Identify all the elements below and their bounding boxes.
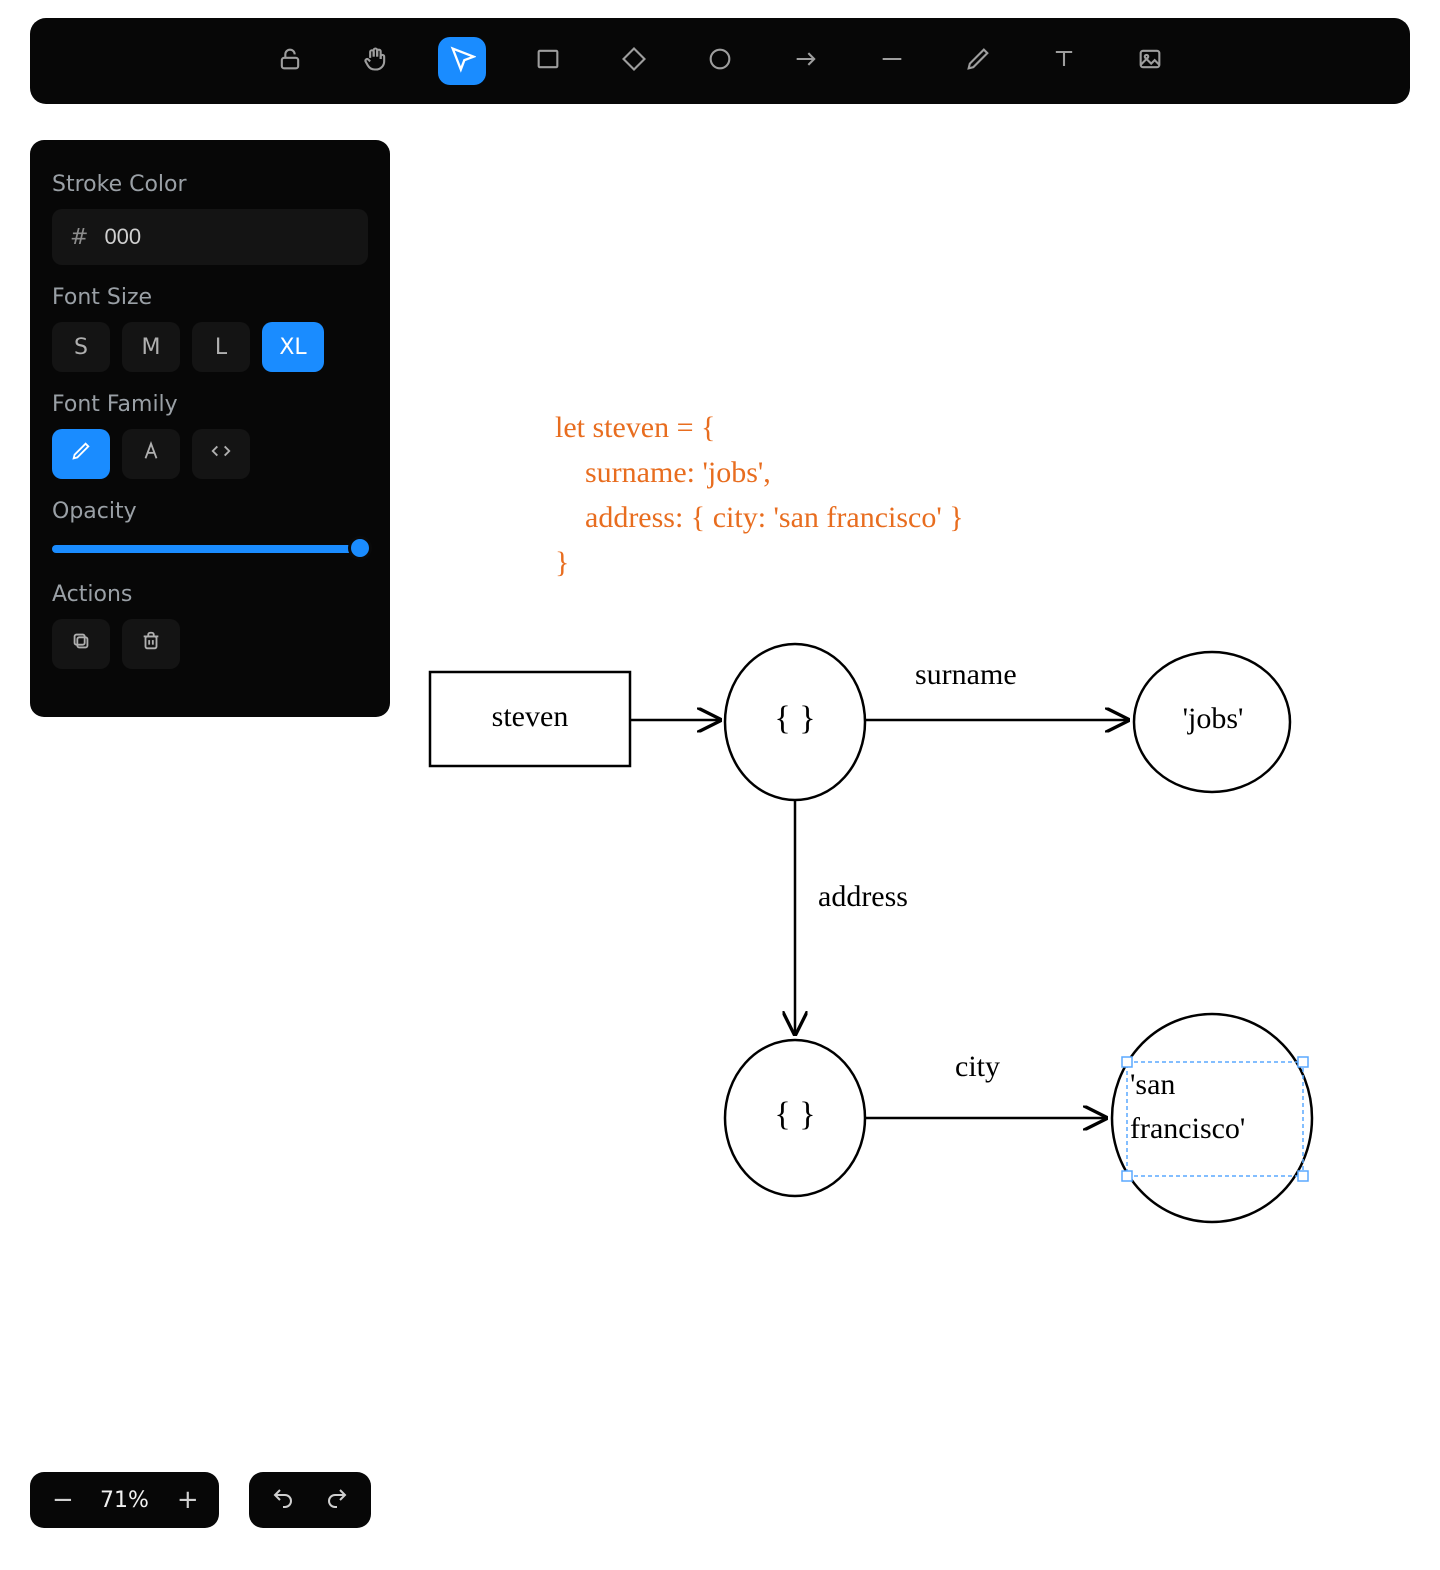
- pencil-tool[interactable]: [954, 37, 1002, 85]
- selection-handle-nw[interactable]: [1122, 1057, 1132, 1067]
- edge-label-surname[interactable]: surname: [915, 658, 1017, 692]
- edge-label-address[interactable]: address: [818, 880, 908, 914]
- font-family-normal[interactable]: [122, 429, 180, 479]
- undo-redo-control: [249, 1472, 371, 1528]
- font-size-m[interactable]: M: [122, 322, 180, 372]
- stroke-color-label: Stroke Color: [52, 172, 368, 197]
- action-delete[interactable]: [122, 619, 180, 669]
- lock-tool[interactable]: [266, 37, 314, 85]
- label-obj2[interactable]: { }: [748, 1096, 842, 1134]
- label-steven[interactable]: steven: [430, 700, 630, 734]
- font-family-hand-drawn[interactable]: [52, 429, 110, 479]
- line-icon: [878, 45, 906, 77]
- text-tool[interactable]: [1040, 37, 1088, 85]
- text-icon: [1050, 45, 1078, 77]
- zoom-out-button[interactable]: −: [52, 1485, 72, 1515]
- opacity-label: Opacity: [52, 499, 368, 524]
- ellipse-tool[interactable]: [696, 37, 744, 85]
- stroke-hex-input[interactable]: [102, 223, 394, 251]
- duplicate-icon: [70, 630, 92, 658]
- actions-label: Actions: [52, 582, 368, 607]
- undo-icon: [271, 1486, 295, 1510]
- delete-icon: [140, 630, 162, 658]
- arrow-icon: [792, 45, 820, 77]
- font-family-code[interactable]: [192, 429, 250, 479]
- opacity-track: [52, 545, 368, 553]
- font-size-row: S M L XL: [52, 322, 368, 372]
- actions-row: [52, 619, 368, 669]
- undo-button[interactable]: [271, 1486, 295, 1514]
- font-size-l[interactable]: L: [192, 322, 250, 372]
- label-obj1[interactable]: { }: [748, 700, 842, 738]
- hand-drawn-icon: [70, 440, 92, 468]
- image-tool[interactable]: [1126, 37, 1174, 85]
- pan-tool[interactable]: [352, 37, 400, 85]
- rectangle-icon: [534, 45, 562, 77]
- redo-icon: [325, 1486, 349, 1510]
- select-icon: [448, 45, 476, 77]
- lock-icon: [276, 45, 304, 77]
- font-family-label: Font Family: [52, 392, 368, 417]
- hash-symbol: #: [70, 225, 88, 250]
- zoom-control: − 71% +: [30, 1472, 219, 1528]
- redo-button[interactable]: [325, 1486, 349, 1514]
- code-font-icon: [210, 440, 232, 468]
- label-sanfran-line1[interactable]: 'san: [1130, 1068, 1300, 1102]
- font-size-xl[interactable]: XL: [262, 322, 324, 372]
- arrow-tool[interactable]: [782, 37, 830, 85]
- opacity-thumb[interactable]: [348, 536, 372, 560]
- image-icon: [1136, 45, 1164, 77]
- selection-handle-se[interactable]: [1298, 1171, 1308, 1181]
- bottom-left-controls: − 71% +: [30, 1472, 371, 1528]
- stroke-color-input-wrap[interactable]: #: [52, 209, 368, 265]
- zoom-in-button[interactable]: +: [177, 1485, 197, 1515]
- select-tool[interactable]: [438, 37, 486, 85]
- properties-panel: Stroke Color # Font Size S M L XL Font F…: [30, 140, 390, 717]
- diamond-icon: [620, 45, 648, 77]
- ellipse-icon: [706, 45, 734, 77]
- selection-handle-sw[interactable]: [1122, 1171, 1132, 1181]
- pencil-icon: [964, 45, 992, 77]
- label-sanfran-line2[interactable]: francisco': [1130, 1112, 1300, 1146]
- opacity-slider[interactable]: [52, 536, 368, 560]
- normal-font-icon: [140, 440, 162, 468]
- font-family-row: [52, 429, 368, 479]
- selection-handle-ne[interactable]: [1298, 1057, 1308, 1067]
- pan-icon: [362, 45, 390, 77]
- rectangle-tool[interactable]: [524, 37, 572, 85]
- diamond-tool[interactable]: [610, 37, 658, 85]
- edge-label-city[interactable]: city: [955, 1050, 1000, 1084]
- action-duplicate[interactable]: [52, 619, 110, 669]
- font-size-label: Font Size: [52, 285, 368, 310]
- font-size-s[interactable]: S: [52, 322, 110, 372]
- code-block[interactable]: let steven = { surname: 'jobs', address:…: [555, 405, 964, 585]
- top-toolbar: [30, 18, 1410, 104]
- label-jobs[interactable]: 'jobs': [1148, 702, 1278, 736]
- line-tool[interactable]: [868, 37, 916, 85]
- zoom-value[interactable]: 71%: [100, 1488, 149, 1513]
